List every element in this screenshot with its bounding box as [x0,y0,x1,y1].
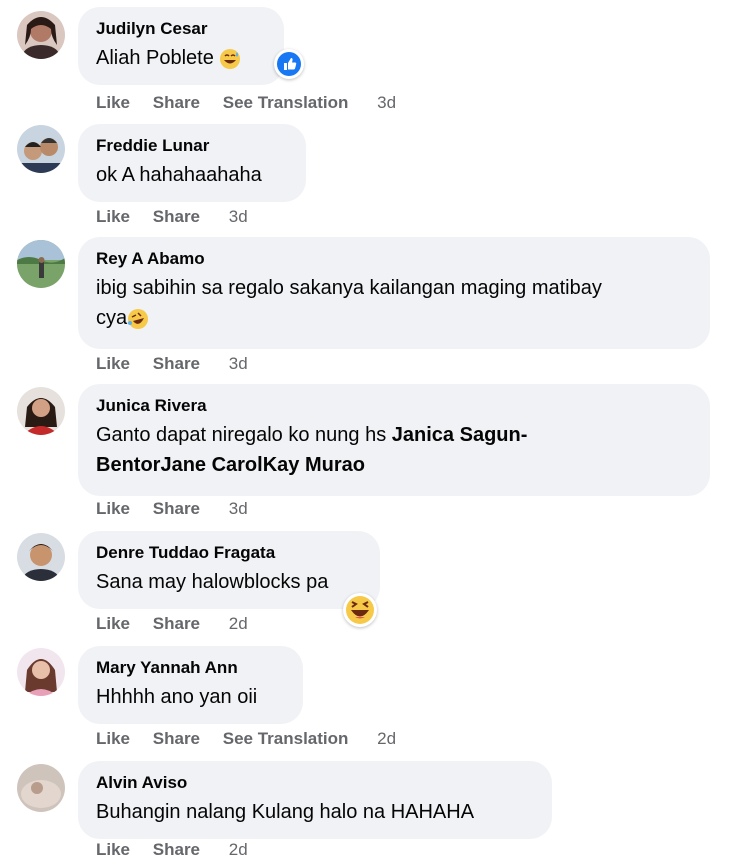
see-translation-button[interactable]: See Translation [223,93,349,113]
commenter-name[interactable]: Freddie Lunar [96,135,288,157]
avatar[interactable] [17,764,65,812]
share-button[interactable]: Share [153,499,200,519]
avatar[interactable] [17,533,65,581]
like-button[interactable]: Like [96,354,130,374]
like-button[interactable]: Like [96,614,130,634]
comment-bubble: Mary Yannah Ann Hhhhh ano yan oii [78,646,303,724]
commenter-name[interactable]: Rey A Abamo [96,248,692,270]
like-reaction-badge[interactable] [274,49,304,79]
commenter-name[interactable]: Denre Tuddao Fragata [96,542,362,564]
share-button[interactable]: Share [153,93,200,113]
grinning-sweat-icon [220,48,241,69]
mention-link[interactable]: Janica Sagun- [392,424,528,446]
comment-bubble: Junica Rivera Ganto dapat niregalo ko nu… [78,384,710,496]
timestamp[interactable]: 3d [229,499,248,519]
comment-text: Ganto dapat niregalo ko nung hs [96,424,392,446]
like-button[interactable]: Like [96,499,130,519]
like-button[interactable]: Like [96,207,130,227]
comment-text: Sana may halowblocks pa [96,571,329,593]
comment-text: Buhangin nalang Kulang halo na HAHAHA [96,801,475,823]
like-button[interactable]: Like [96,840,130,860]
timestamp[interactable]: 2d [229,614,248,634]
comment-actions: Like Share 3d [96,207,266,227]
like-icon [277,52,301,76]
see-translation-button[interactable]: See Translation [223,729,349,749]
comment-bubble: Alvin Aviso Buhangin nalang Kulang halo … [78,761,552,839]
share-button[interactable]: Share [153,354,200,374]
comment-text: Hhhhh ano yan oii [96,686,258,708]
commenter-name[interactable]: Judilyn Cesar [96,18,266,40]
share-button[interactable]: Share [153,729,200,749]
avatar[interactable] [17,11,65,59]
comment-actions: Like Share See Translation 2d [96,729,414,749]
share-button[interactable]: Share [153,614,200,634]
avatar[interactable] [17,240,65,288]
comment-actions: Like Share 2d [96,614,266,634]
comment-text: ok A hahahaahaha [96,164,262,186]
comment-bubble: Freddie Lunar ok A hahahaahaha [78,124,306,202]
timestamp[interactable]: 3d [229,207,248,227]
avatar[interactable] [17,387,65,435]
mention-link[interactable]: BentorJane CarolKay Murao [96,454,365,476]
timestamp[interactable]: 2d [377,729,396,749]
comment-bubble: Rey A Abamo ibig sabihin sa regalo sakan… [78,237,710,349]
commenter-name[interactable]: Junica Rivera [96,395,692,417]
comment-text: ibig sabihin sa regalo sakanya kailangan… [96,277,602,299]
comment-actions: Like Share 3d [96,354,266,374]
comment-actions: Like Share 3d [96,499,266,519]
share-button[interactable]: Share [153,840,200,860]
rolling-laughing-icon [128,308,149,329]
timestamp[interactable]: 2d [229,840,248,860]
comment-bubble: Denre Tuddao Fragata Sana may halowblock… [78,531,380,609]
commenter-name[interactable]: Mary Yannah Ann [96,657,285,679]
like-button[interactable]: Like [96,93,130,113]
haha-icon [346,596,374,624]
timestamp[interactable]: 3d [377,93,396,113]
haha-reaction-badge[interactable] [343,593,377,627]
commenter-name[interactable]: Alvin Aviso [96,772,534,794]
timestamp[interactable]: 3d [229,354,248,374]
comment-actions: Like Share 2d [96,840,266,860]
avatar[interactable] [17,648,65,696]
comment-actions: Like Share See Translation 3d [96,93,414,113]
avatar[interactable] [17,125,65,173]
comment-text: cya [96,307,128,329]
like-button[interactable]: Like [96,729,130,749]
comment-text: Aliah Poblete [96,47,214,69]
comment-bubble: Judilyn Cesar Aliah Poblete [78,7,284,85]
share-button[interactable]: Share [153,207,200,227]
